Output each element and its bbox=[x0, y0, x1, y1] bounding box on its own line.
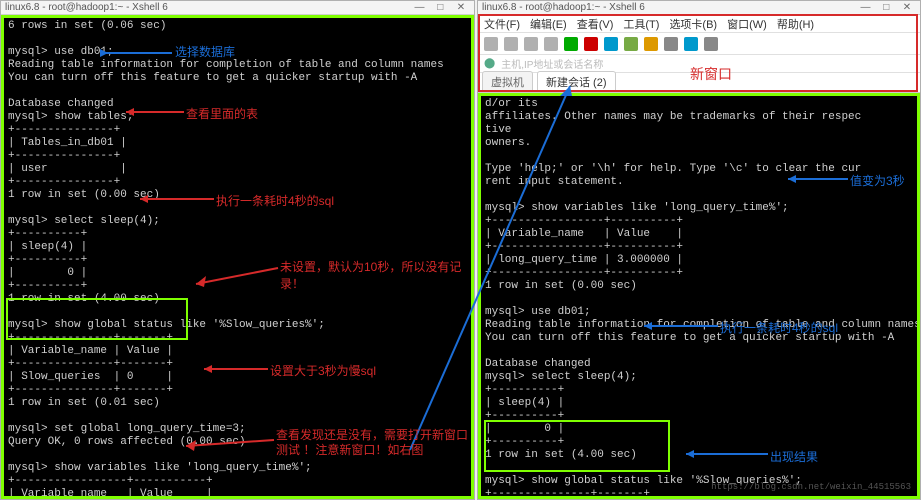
xshell-window-right: linux6.8 - root@hadoop1:~ - Xshell 6 — □… bbox=[477, 0, 921, 500]
menu-help[interactable]: 帮助(H) bbox=[777, 16, 814, 32]
menubar: 文件(F) 编辑(E) 查看(V) 工具(T) 选项卡(B) 窗口(W) 帮助(… bbox=[478, 15, 920, 33]
maximize-icon[interactable]: □ bbox=[431, 2, 449, 13]
session-tabs: 虚拟机 新建会话 (2) bbox=[478, 73, 920, 93]
address-placeholder[interactable]: 主机,IP地址或会话名称 bbox=[501, 56, 603, 71]
maximize-icon[interactable]: □ bbox=[877, 2, 895, 13]
titlebar-left: linux6.8 - root@hadoop1:~ - Xshell 6 — □… bbox=[1, 1, 474, 15]
toolbar-icon-8[interactable] bbox=[644, 37, 658, 51]
minimize-icon[interactable]: — bbox=[856, 2, 874, 13]
toolbar-icon-7[interactable] bbox=[624, 37, 638, 51]
toolbar-icon-6[interactable] bbox=[604, 37, 618, 51]
toolbar-icon-11[interactable] bbox=[704, 37, 718, 51]
titlebar-right: linux6.8 - root@hadoop1:~ - Xshell 6 — □… bbox=[478, 1, 920, 15]
toolbar bbox=[478, 33, 920, 55]
toolbar-icon-2[interactable] bbox=[524, 37, 538, 51]
xshell-window-left: linux6.8 - root@hadoop1:~ - Xshell 6 — □… bbox=[0, 0, 475, 500]
menu-window[interactable]: 窗口(W) bbox=[727, 16, 767, 32]
menu-file[interactable]: 文件(F) bbox=[484, 16, 520, 32]
toolbar-icon-1[interactable] bbox=[504, 37, 518, 51]
globe-icon: ⬤ bbox=[484, 58, 495, 69]
close-icon[interactable]: ✕ bbox=[452, 2, 470, 13]
terminal-right[interactable]: d/or its affiliates. Other names may be … bbox=[478, 93, 920, 499]
toolbar-icon-0[interactable] bbox=[484, 37, 498, 51]
watermark: https://blog.csdn.net/weixin_44515563 bbox=[711, 481, 911, 494]
tab-vm[interactable]: 虚拟机 bbox=[482, 71, 533, 92]
terminal-left[interactable]: 6 rows in set (0.06 sec) mysql> use db01… bbox=[1, 15, 474, 499]
tab-new-session[interactable]: 新建会话 (2) bbox=[537, 71, 616, 92]
toolbar-icon-5[interactable] bbox=[584, 37, 598, 51]
toolbar-icon-9[interactable] bbox=[664, 37, 678, 51]
window-controls: — □ ✕ bbox=[856, 2, 916, 13]
window-title: linux6.8 - root@hadoop1:~ - Xshell 6 bbox=[5, 2, 168, 13]
toolbar-icon-4[interactable] bbox=[564, 37, 578, 51]
toolbar-icon-10[interactable] bbox=[684, 37, 698, 51]
minimize-icon[interactable]: — bbox=[410, 2, 428, 13]
menu-view[interactable]: 查看(V) bbox=[577, 16, 614, 32]
window-title: linux6.8 - root@hadoop1:~ - Xshell 6 bbox=[482, 2, 645, 13]
window-controls: — □ ✕ bbox=[410, 2, 470, 13]
close-icon[interactable]: ✕ bbox=[898, 2, 916, 13]
menu-tools[interactable]: 工具(T) bbox=[623, 16, 659, 32]
toolbar-icon-3[interactable] bbox=[544, 37, 558, 51]
menu-edit[interactable]: 编辑(E) bbox=[530, 16, 567, 32]
menu-tabs[interactable]: 选项卡(B) bbox=[669, 16, 717, 32]
